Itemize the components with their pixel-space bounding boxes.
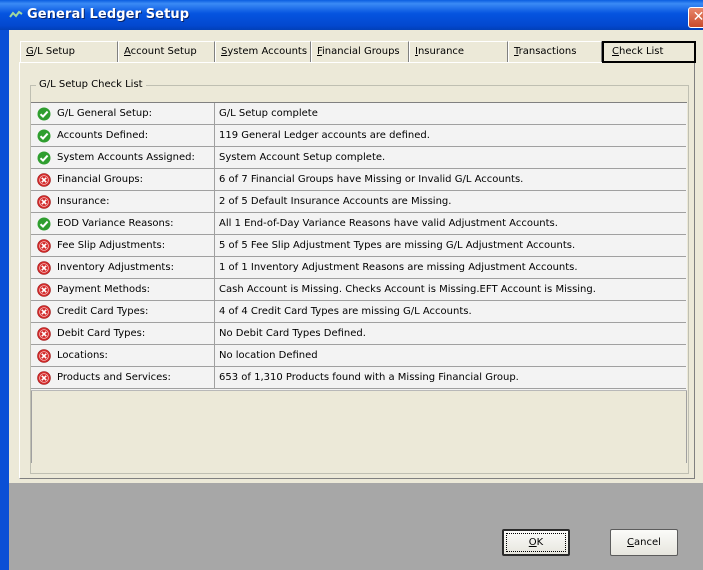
checklist-item-cell: Payment Methods: — [31, 279, 215, 300]
green-check-icon — [37, 151, 51, 165]
checklist-row[interactable]: G/L General Setup: G/L Setup complete — [31, 103, 686, 125]
general-ledger-setup-window: General Ledger Setup ✕ G/L Setup Account… — [0, 0, 703, 570]
window-title: General Ledger Setup — [27, 7, 190, 22]
checklist-item-cell: Fee Slip Adjustments: — [31, 235, 215, 256]
checklist-group-label: G/L Setup Check List — [36, 79, 146, 90]
tab-insurance[interactable]: Insurance — [409, 41, 508, 62]
tab-accel: G — [26, 46, 34, 57]
red-x-icon — [37, 195, 51, 209]
tab-system-accounts[interactable]: System Accounts — [215, 41, 311, 62]
checklist-item-name: System Accounts Assigned: — [57, 152, 195, 163]
checklist-item-message: Cash Account is Missing. Checks Account … — [219, 284, 596, 295]
checklist-item-name: EOD Variance Reasons: — [57, 218, 174, 229]
checklist-item-cell: Credit Card Types: — [31, 301, 215, 322]
checklist-item-cell: Financial Groups: — [31, 169, 215, 190]
checklist-item-cell: Products and Services: — [31, 367, 215, 388]
checklist-item-message: No location Defined — [219, 350, 318, 361]
checklist-item-message: All 1 End-of-Day Variance Reasons have v… — [219, 218, 558, 229]
checklist-row[interactable]: Inventory Adjustments: 1 of 1 Inventory A… — [31, 257, 686, 279]
tab-label: heck List — [618, 46, 664, 57]
checklist-item-message: 5 of 5 Fee Slip Adjustment Types are mis… — [219, 240, 576, 251]
checklist-row[interactable]: Financial Groups: 6 of 7 Financial Groups… — [31, 169, 686, 191]
checklist-item-cell: Locations: — [31, 345, 215, 366]
checklist-item-message: 6 of 7 Financial Groups have Missing or … — [219, 174, 524, 185]
app-icon — [9, 10, 23, 18]
tab-label: inancial Groups — [322, 46, 400, 57]
checklist-item-message: System Account Setup complete. — [219, 152, 386, 163]
tab-label: ransactions — [518, 46, 577, 57]
tab-transactions[interactable]: Transactions — [508, 41, 602, 62]
checklist-item-name: Credit Card Types: — [57, 306, 149, 317]
checklist-item-name: Debit Card Types: — [57, 328, 146, 339]
checklist-row[interactable]: Accounts Defined: 119 General Ledger acco… — [31, 125, 686, 147]
checklist-item-cell: G/L General Setup: — [31, 103, 215, 124]
tab-gl-setup[interactable]: G/L Setup — [20, 41, 118, 62]
checklist-row[interactable]: Fee Slip Adjustments: 5 of 5 Fee Slip Adj… — [31, 235, 686, 257]
checklist-item-message: 2 of 5 Default Insurance Accounts are Mi… — [219, 196, 452, 207]
checklist-item-cell: Insurance: — [31, 191, 215, 212]
checklist-row[interactable]: System Accounts Assigned: System Account … — [31, 147, 686, 169]
dialog-footer — [9, 483, 703, 570]
red-x-icon — [37, 371, 51, 385]
checklist-row[interactable]: Credit Card Types: 4 of 4 Credit Card Typ… — [31, 301, 686, 323]
checklist-item-message: 119 General Ledger accounts are defined. — [219, 130, 430, 141]
tab-label: /L Setup — [33, 46, 75, 57]
red-x-icon — [37, 261, 51, 275]
green-check-icon — [37, 129, 51, 143]
checklist-item-cell: Inventory Adjustments: — [31, 257, 215, 278]
red-x-icon — [37, 173, 51, 187]
close-button[interactable]: ✕ — [688, 7, 703, 28]
checklist-item-name: Products and Services: — [57, 372, 171, 383]
cancel-label: ancel — [634, 537, 661, 548]
checklist-item-name: Locations: — [57, 350, 108, 361]
checklist-item-name: Accounts Defined: — [57, 130, 149, 141]
checklist-item-cell: System Accounts Assigned: — [31, 147, 215, 168]
checklist-item-message: No Debit Card Types Defined. — [219, 328, 366, 339]
checklist-row[interactable]: Products and Services: 653 of 1,310 Produ… — [31, 367, 686, 389]
window-frame-left — [0, 30, 9, 570]
checklist-item-name: G/L General Setup: — [57, 108, 152, 119]
green-check-icon — [37, 107, 51, 121]
red-x-icon — [37, 349, 51, 363]
checklist-item-name: Payment Methods: — [57, 284, 151, 295]
checklist-item-message: 1 of 1 Inventory Adjustment Reasons are … — [219, 262, 578, 273]
red-x-icon — [37, 327, 51, 341]
tab-check-list[interactable]: Check List — [602, 41, 696, 63]
checklist-item-message: 4 of 4 Credit Card Types are missing G/L… — [219, 306, 472, 317]
checklist-item-name: Inventory Adjustments: — [57, 262, 174, 273]
tab-label: ccount Setup — [130, 46, 197, 57]
tab-financial-groups[interactable]: Financial Groups — [311, 41, 409, 62]
red-x-icon — [37, 239, 51, 253]
tab-account-setup[interactable]: Account Setup — [118, 41, 215, 62]
tab-accel: C — [612, 46, 619, 57]
checklist-item-cell: Debit Card Types: — [31, 323, 215, 344]
checklist-row[interactable]: Locations: No location Defined — [31, 345, 686, 367]
checklist-item-name: Insurance: — [57, 196, 110, 207]
checklist-item-name: Financial Groups: — [57, 174, 143, 185]
red-x-icon — [37, 305, 51, 319]
checklist-row[interactable]: EOD Variance Reasons: All 1 End-of-Day Va… — [31, 213, 686, 235]
ok-label: K — [536, 537, 544, 548]
checklist-item-cell: EOD Variance Reasons: — [31, 213, 215, 234]
checklist-item-message: 653 of 1,310 Products found with a Missi… — [219, 372, 519, 383]
title-bar[interactable]: General Ledger Setup ✕ — [0, 0, 703, 30]
checklist-item-name: Fee Slip Adjustments: — [57, 240, 166, 251]
checklist-item-cell: Accounts Defined: — [31, 125, 215, 146]
cancel-button[interactable]: Cancel — [610, 529, 678, 556]
green-check-icon — [37, 217, 51, 231]
red-x-icon — [37, 283, 51, 297]
checklist-item-message: G/L Setup complete — [219, 108, 318, 119]
tab-label: ystem Accounts — [227, 46, 308, 57]
tab-label: nsurance — [417, 46, 465, 57]
tab-accel: A — [124, 46, 131, 57]
ok-button[interactable]: OK — [502, 529, 570, 556]
close-icon: ✕ — [693, 9, 703, 25]
ok-accel: O — [528, 537, 537, 548]
checklist-row[interactable]: Payment Methods: Cash Account is Missing.… — [31, 279, 686, 301]
cancel-accel: C — [627, 537, 635, 548]
checklist-grid-empty-area — [31, 391, 687, 463]
checklist-row[interactable]: Debit Card Types: No Debit Card Types Def… — [31, 323, 686, 345]
checklist-row[interactable]: Insurance: 2 of 5 Default Insurance Accou… — [31, 191, 686, 213]
checklist-grid: G/L General Setup: G/L Setup complete Acco… — [31, 102, 687, 391]
